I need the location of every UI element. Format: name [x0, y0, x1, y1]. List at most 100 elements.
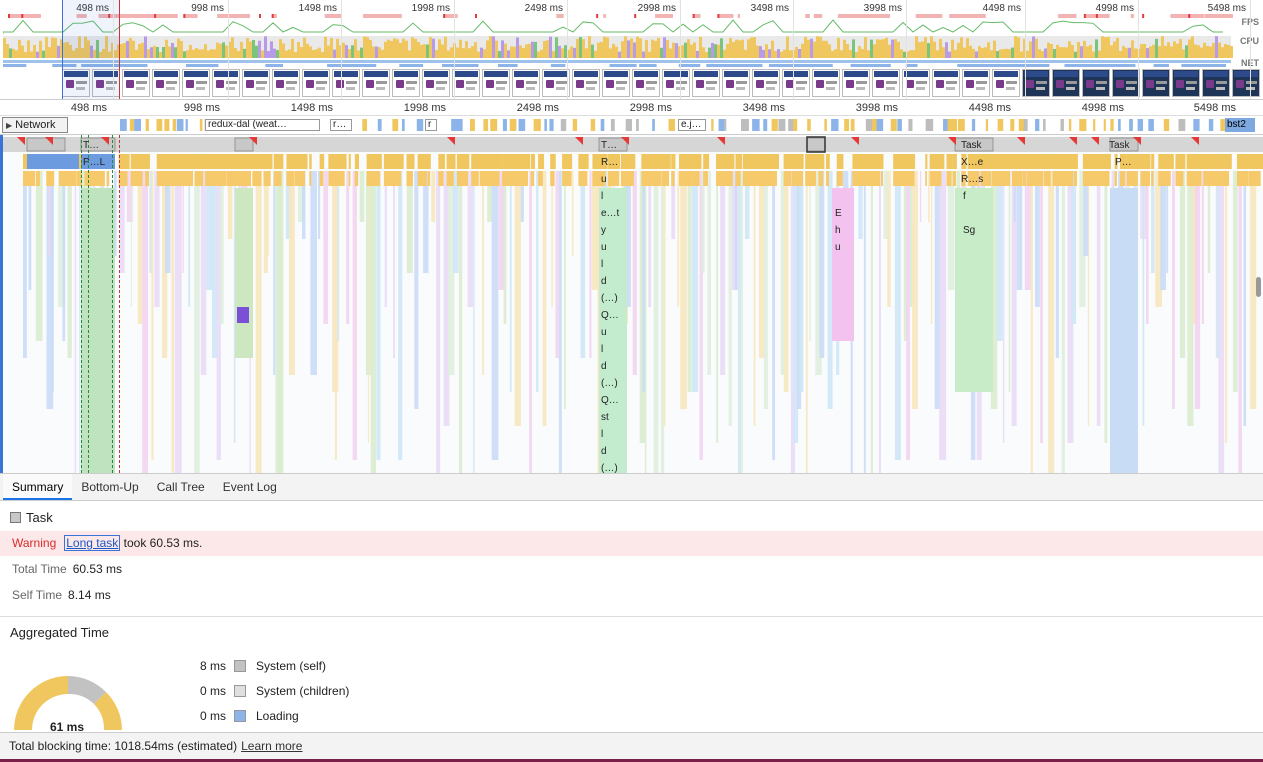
task-block[interactable]	[26, 137, 66, 152]
flame-column[interactable]	[367, 171, 369, 443]
scripting-event[interactable]	[703, 171, 708, 186]
scripting-event[interactable]	[1208, 171, 1219, 186]
scripting-event[interactable]	[703, 154, 710, 169]
flame-column[interactable]	[1243, 171, 1247, 426]
network-request-mark[interactable]	[549, 119, 554, 131]
network-request-mark[interactable]	[502, 119, 507, 131]
flame-column[interactable]	[458, 171, 463, 473]
network-track-toggle[interactable]: ▶ Network	[2, 117, 68, 133]
screenshot-thumbnail[interactable]	[812, 69, 840, 97]
flame-column[interactable]	[1142, 171, 1145, 426]
network-request-mark[interactable]	[176, 119, 184, 131]
scripting-event[interactable]	[1248, 171, 1261, 186]
network-request-mark[interactable]	[1163, 119, 1170, 131]
flame-column[interactable]	[491, 171, 499, 460]
flame-column[interactable]	[536, 171, 539, 392]
network-request-mark[interactable]	[752, 119, 760, 131]
network-request[interactable]: r…	[330, 119, 352, 131]
flame-event-label[interactable]: u	[601, 327, 607, 338]
flame-column[interactable]	[503, 171, 507, 324]
scripting-event[interactable]	[912, 154, 916, 169]
flame-event-label[interactable]: st	[601, 412, 609, 423]
screenshot-filmstrip[interactable]	[62, 69, 1260, 98]
flame-event-label[interactable]: e…t	[601, 208, 619, 219]
network-request-mark[interactable]	[652, 119, 655, 131]
scripting-event[interactable]	[810, 154, 816, 169]
scripting-event[interactable]	[783, 154, 793, 169]
scripting-event[interactable]	[302, 154, 306, 169]
scripting-event[interactable]	[348, 154, 351, 169]
scripting-event[interactable]	[550, 154, 556, 169]
timeline-overview[interactable]: 498 ms 998 ms 1498 ms 1998 ms 2498 ms 2998 ms…	[0, 0, 1263, 100]
flame-event-label[interactable]: T…	[83, 140, 99, 151]
flame-column[interactable]	[878, 171, 881, 473]
scripting-event[interactable]	[550, 171, 555, 186]
scripting-event[interactable]	[818, 154, 825, 169]
screenshot-thumbnail[interactable]	[272, 69, 300, 97]
main-flame-chart[interactable]: T… P…L T… R… u l e…t y u l d (…) Q… u l d (…) Q… st l d (…) Eh…	[0, 135, 1263, 473]
flame-column[interactable]	[1207, 171, 1211, 273]
screenshot-thumbnail[interactable]	[1052, 69, 1080, 97]
scripting-event[interactable]	[462, 154, 470, 169]
scripting-event[interactable]	[374, 171, 381, 186]
flame-column[interactable]	[1218, 171, 1225, 473]
scripting-event[interactable]	[1164, 154, 1170, 169]
scripting-event[interactable]	[70, 171, 75, 186]
flame-column[interactable]	[509, 171, 512, 392]
flame-column[interactable]	[323, 171, 329, 324]
flame-column[interactable]	[653, 171, 659, 473]
screenshot-thumbnail[interactable]	[242, 69, 270, 97]
flame-event-label[interactable]: l	[601, 191, 603, 202]
scripting-event[interactable]	[616, 171, 620, 186]
flame-column[interactable]	[580, 171, 586, 358]
flame-column[interactable]	[277, 171, 284, 473]
scripting-event[interactable]	[791, 171, 802, 186]
network-request-mark[interactable]	[778, 119, 786, 131]
scripting-event[interactable]	[100, 171, 105, 186]
scripting-event[interactable]	[810, 171, 815, 186]
flame-column[interactable]	[663, 171, 666, 426]
screenshot-thumbnail[interactable]	[842, 69, 870, 97]
scripting-event[interactable]	[462, 171, 469, 186]
scripting-event[interactable]	[952, 171, 957, 186]
scripting-event[interactable]	[651, 171, 662, 186]
scripting-event[interactable]	[286, 154, 296, 169]
scripting-event[interactable]	[252, 171, 262, 186]
scripting-event[interactable]	[337, 154, 347, 169]
flame-column[interactable]	[542, 171, 547, 426]
network-request-mark[interactable]	[560, 119, 567, 131]
scripting-event[interactable]	[952, 154, 957, 169]
scripting-event[interactable]	[507, 171, 521, 186]
scripting-event[interactable]	[630, 171, 634, 186]
scripting-event[interactable]	[720, 171, 725, 186]
scripting-event[interactable]	[220, 171, 224, 186]
flame-column[interactable]	[62, 171, 66, 341]
flame-column[interactable]	[370, 171, 377, 473]
flame-event-label[interactable]: d	[601, 276, 607, 287]
scripting-event[interactable]	[446, 171, 454, 186]
scripting-event[interactable]	[800, 171, 804, 186]
flame-event-label[interactable]: l	[601, 429, 603, 440]
network-request-mark[interactable]	[518, 119, 526, 131]
flame-column[interactable]	[728, 171, 732, 426]
scripting-event[interactable]	[374, 154, 382, 169]
task-stack[interactable]	[235, 188, 253, 358]
scripting-event[interactable]	[1130, 171, 1133, 186]
scripting-event[interactable]	[818, 171, 824, 186]
flame-column[interactable]	[691, 171, 699, 392]
scripting-event[interactable]	[569, 154, 573, 169]
scripting-event[interactable]	[406, 171, 413, 186]
flame-event-label[interactable]: l	[601, 259, 603, 270]
scripting-event[interactable]	[168, 171, 179, 186]
flame-column[interactable]	[894, 171, 901, 460]
scripting-event[interactable]	[1073, 171, 1078, 186]
flame-column[interactable]	[648, 171, 652, 307]
flame-event-label[interactable]: Sg	[963, 225, 975, 236]
screenshot-thumbnail[interactable]	[1232, 69, 1260, 97]
network-request-mark[interactable]	[1079, 119, 1087, 131]
flame-column[interactable]	[28, 171, 32, 290]
flame-column[interactable]	[919, 171, 922, 222]
scripting-event[interactable]	[880, 171, 883, 186]
scripting-event[interactable]	[273, 171, 282, 186]
flame-column[interactable]	[255, 171, 262, 473]
